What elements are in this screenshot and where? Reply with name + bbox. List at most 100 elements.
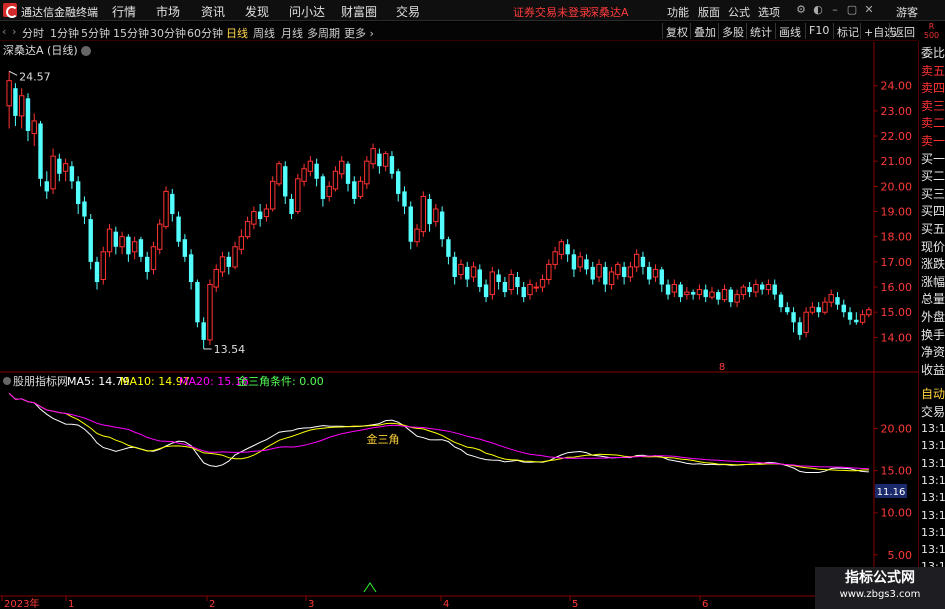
- side-item-13[interactable]: 涨幅: [921, 273, 945, 288]
- candle-body-56: [357, 180, 364, 197]
- side-item-4[interactable]: 卖二: [921, 114, 945, 129]
- candle-body-34: [219, 256, 226, 273]
- event-marker: 8: [719, 362, 725, 373]
- ytick-label-6: 18.00: [881, 231, 913, 244]
- side-time-7: 13:12: [921, 543, 945, 557]
- candle-body-106: [671, 284, 678, 293]
- candle-body-18: [119, 236, 125, 248]
- side-item-8[interactable]: 买三: [921, 185, 945, 200]
- candle-body-41: [263, 208, 270, 218]
- candle-body-43: [276, 163, 282, 185]
- signal-peak: [363, 582, 377, 593]
- candle-body-35: [226, 256, 231, 267]
- ma-line-10: [8, 392, 869, 472]
- candle-body-46: [295, 178, 301, 213]
- candle-body-118: [747, 287, 752, 293]
- side-item-16[interactable]: 换手: [921, 326, 945, 341]
- xtick-label-0: 2023年: [4, 597, 39, 609]
- side-item-14[interactable]: 总量: [921, 290, 945, 305]
- side-trade[interactable]: 交易: [921, 403, 945, 418]
- candle-body-109: [690, 292, 696, 295]
- side-item-17[interactable]: 净资: [921, 343, 945, 358]
- candle-body-66: [420, 195, 427, 233]
- candle-body-1: [13, 88, 18, 116]
- candle-body-88: [558, 241, 565, 255]
- candle-body-116: [734, 294, 740, 303]
- candle-body-55: [352, 181, 357, 199]
- side-item-1[interactable]: 卖五: [921, 62, 945, 77]
- candle-body-59: [377, 153, 382, 167]
- candle-body-82: [521, 287, 526, 298]
- candle-body-81: [515, 276, 520, 288]
- candle-body-95: [603, 266, 608, 285]
- side-item-5[interactable]: 卖一: [921, 132, 945, 147]
- candle-body-58: [370, 148, 376, 165]
- indicator-header-0: 股朋指标网: [13, 374, 68, 388]
- side-item-15[interactable]: 外盘: [921, 308, 945, 323]
- candle-body-89: [565, 244, 570, 255]
- candle-body-119: [753, 284, 759, 293]
- side-auto[interactable]: 自动: [921, 385, 945, 400]
- candle-body-121: [765, 284, 772, 291]
- xtick-label-2: 2: [209, 599, 215, 609]
- side-item-18[interactable]: 收益: [921, 361, 945, 376]
- candle-body-84: [533, 286, 539, 289]
- ytick-label-9: 15.00: [881, 306, 913, 319]
- side-item-0[interactable]: 委比: [921, 44, 945, 59]
- candle-body-78: [496, 274, 501, 283]
- side-item-2[interactable]: 卖四: [921, 79, 945, 94]
- candle-body-4: [31, 120, 37, 135]
- candle-body-13: [88, 219, 93, 262]
- candle-body-120: [759, 284, 765, 290]
- xtick-label-5: 5: [572, 599, 578, 609]
- candle-body-122: [772, 284, 777, 295]
- candle-body-110: [696, 289, 703, 296]
- ytick-label-1: 23.00: [881, 105, 913, 118]
- ytick-label-0: 24.00: [881, 80, 913, 93]
- candle-body-137: [866, 309, 872, 316]
- ytick-label-4: 20.00: [881, 180, 913, 193]
- side-item-11[interactable]: 现价: [921, 238, 945, 253]
- candle-body-10: [69, 166, 75, 182]
- candle-body-83: [527, 284, 533, 296]
- candle-body-16: [106, 228, 113, 253]
- candle-body-111: [703, 289, 708, 298]
- candle-body-72: [458, 263, 464, 275]
- candle-body-52: [332, 170, 339, 190]
- candle-body-97: [615, 263, 621, 275]
- candle-body-129: [816, 307, 821, 313]
- candle-body-12: [82, 201, 87, 217]
- candle-body-22: [144, 256, 150, 272]
- low-label: 13.54: [214, 343, 246, 356]
- side-item-12[interactable]: 涨跌: [921, 255, 945, 270]
- candle-body-44: [283, 166, 288, 197]
- candle-body-85: [539, 278, 546, 288]
- candle-body-94: [596, 263, 602, 278]
- side-item-6[interactable]: 买一: [921, 150, 945, 165]
- candle-body-20: [131, 241, 138, 253]
- candle-body-74: [470, 266, 477, 278]
- watermark: 指标公式网 www.zbgs3.com: [815, 567, 945, 609]
- high-pointer: [8, 70, 18, 76]
- candle-body-26: [170, 193, 175, 215]
- side-item-7[interactable]: 买二: [921, 167, 945, 182]
- candle-body-6: [44, 181, 49, 192]
- candle-body-107: [678, 284, 683, 298]
- ytick-label-5: 19.00: [881, 206, 913, 219]
- side-item-10[interactable]: 买五: [921, 220, 945, 235]
- side-item-3[interactable]: 卖三: [921, 97, 945, 112]
- side-item-9[interactable]: 买四: [921, 202, 945, 217]
- xtick-label-6: 6: [702, 599, 708, 609]
- candle-body-77: [489, 271, 496, 296]
- candle-body-99: [627, 266, 634, 278]
- candle-body-102: [647, 266, 652, 280]
- candle-body-69: [439, 211, 445, 240]
- chart-canvas: 24.00 23.00 22.00 21.00 20.00 19.00 18.00 17.00…: [0, 42, 918, 609]
- candle-body-33: [213, 268, 219, 288]
- candle-body-79: [502, 282, 508, 293]
- candle-body-100: [633, 253, 640, 268]
- terminal-window: 通达信金融终端 行情 市场 资讯 发现 问小达 财富圈 交易 证券交易未登录 深…: [0, 0, 945, 609]
- candle-body-125: [791, 312, 796, 323]
- candle-body-15: [100, 251, 106, 280]
- candle-body-28: [182, 239, 188, 257]
